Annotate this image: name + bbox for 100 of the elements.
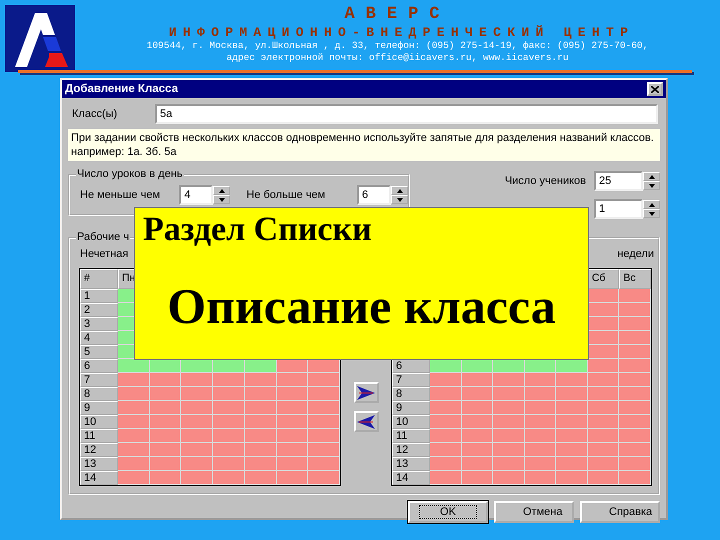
spin-up-button[interactable] (391, 186, 408, 195)
schedule-cell[interactable] (181, 359, 214, 373)
schedule-cell[interactable] (462, 443, 494, 457)
schedule-cell[interactable] (588, 429, 620, 443)
schedule-cell[interactable] (150, 457, 182, 471)
schedule-cell[interactable] (118, 443, 150, 457)
schedule-cell[interactable] (619, 457, 651, 471)
schedule-cell[interactable] (588, 443, 620, 457)
schedule-cell[interactable] (462, 429, 494, 443)
schedule-cell[interactable] (524, 359, 556, 373)
schedule-cell[interactable] (244, 373, 277, 387)
schedule-cell[interactable] (462, 387, 494, 401)
schedule-cell[interactable] (276, 415, 308, 429)
number-field[interactable]: 1 (594, 199, 643, 219)
schedule-cell[interactable] (556, 457, 588, 471)
schedule-cell[interactable] (308, 443, 340, 457)
schedule-cell[interactable] (524, 457, 556, 471)
schedule-cell[interactable] (430, 415, 462, 429)
schedule-cell[interactable] (244, 401, 277, 415)
schedule-cell[interactable] (181, 443, 214, 457)
schedule-cell[interactable] (181, 387, 214, 401)
schedule-cell[interactable] (181, 457, 214, 471)
schedule-cell[interactable] (118, 457, 150, 471)
schedule-cell[interactable] (213, 429, 245, 443)
dialog-button[interactable]: Справка (580, 501, 660, 523)
schedule-cell[interactable] (619, 345, 651, 359)
schedule-cell[interactable] (524, 415, 556, 429)
schedule-cell[interactable] (430, 443, 462, 457)
schedule-cell[interactable] (213, 415, 245, 429)
schedule-cell[interactable] (556, 359, 588, 373)
schedule-cell[interactable] (213, 373, 245, 387)
schedule-cell[interactable] (276, 443, 308, 457)
dialog-button[interactable]: Отмена (494, 501, 574, 523)
schedule-cell[interactable] (244, 415, 277, 429)
schedule-cell[interactable] (556, 429, 588, 443)
schedule-cell[interactable] (430, 373, 462, 387)
schedule-cell[interactable] (588, 471, 620, 485)
schedule-cell[interactable] (150, 471, 182, 485)
schedule-cell[interactable] (588, 345, 620, 359)
schedule-cell[interactable] (308, 387, 340, 401)
schedule-cell[interactable] (118, 415, 150, 429)
schedule-cell[interactable] (181, 415, 214, 429)
schedule-cell[interactable] (619, 289, 651, 303)
schedule-cell[interactable] (181, 471, 214, 485)
schedule-cell[interactable] (462, 415, 494, 429)
schedule-cell[interactable] (556, 471, 588, 485)
number-field[interactable]: 25 (594, 171, 643, 191)
schedule-cell[interactable] (462, 373, 494, 387)
schedule-cell[interactable] (276, 471, 308, 485)
schedule-cell[interactable] (430, 429, 462, 443)
schedule-cell[interactable] (556, 415, 588, 429)
schedule-cell[interactable] (588, 359, 620, 373)
schedule-cell[interactable] (493, 415, 525, 429)
schedule-cell[interactable] (524, 443, 556, 457)
schedule-cell[interactable] (619, 317, 651, 331)
schedule-cell[interactable] (524, 387, 556, 401)
schedule-cell[interactable] (588, 303, 620, 317)
schedule-cell[interactable] (619, 443, 651, 457)
schedule-cell[interactable] (308, 415, 340, 429)
schedule-cell[interactable] (462, 471, 494, 485)
schedule-cell[interactable] (118, 429, 150, 443)
spin-down-button[interactable] (643, 181, 660, 190)
schedule-cell[interactable] (308, 401, 340, 415)
schedule-cell[interactable] (493, 359, 525, 373)
schedule-cell[interactable] (588, 401, 620, 415)
schedule-cell[interactable] (244, 471, 277, 485)
number-field[interactable]: 6 (357, 185, 391, 205)
schedule-cell[interactable] (181, 373, 214, 387)
schedule-cell[interactable] (524, 471, 556, 485)
schedule-cell[interactable] (619, 303, 651, 317)
schedule-cell[interactable] (462, 457, 494, 471)
spin-up-button[interactable] (643, 172, 660, 181)
schedule-cell[interactable] (619, 471, 651, 485)
close-button[interactable] (647, 82, 663, 96)
schedule-cell[interactable] (118, 373, 150, 387)
schedule-cell[interactable] (308, 359, 340, 373)
schedule-cell[interactable] (493, 471, 525, 485)
schedule-cell[interactable] (588, 331, 620, 345)
schedule-cell[interactable] (244, 359, 277, 373)
schedule-cell[interactable] (213, 401, 245, 415)
schedule-cell[interactable] (493, 457, 525, 471)
schedule-cell[interactable] (524, 373, 556, 387)
schedule-cell[interactable] (308, 429, 340, 443)
schedule-cell[interactable] (588, 387, 620, 401)
schedule-cell[interactable] (118, 401, 150, 415)
schedule-cell[interactable] (150, 387, 182, 401)
spin-down-button[interactable] (213, 195, 230, 204)
schedule-cell[interactable] (213, 387, 245, 401)
schedule-cell[interactable] (619, 401, 651, 415)
schedule-cell[interactable] (244, 457, 277, 471)
schedule-cell[interactable] (619, 415, 651, 429)
schedule-cell[interactable] (150, 415, 182, 429)
schedule-cell[interactable] (588, 289, 620, 303)
schedule-cell[interactable] (118, 387, 150, 401)
schedule-cell[interactable] (556, 443, 588, 457)
schedule-cell[interactable] (430, 387, 462, 401)
schedule-cell[interactable] (556, 401, 588, 415)
schedule-cell[interactable] (493, 429, 525, 443)
schedule-cell[interactable] (588, 415, 620, 429)
dialog-button[interactable]: OK (408, 501, 488, 523)
